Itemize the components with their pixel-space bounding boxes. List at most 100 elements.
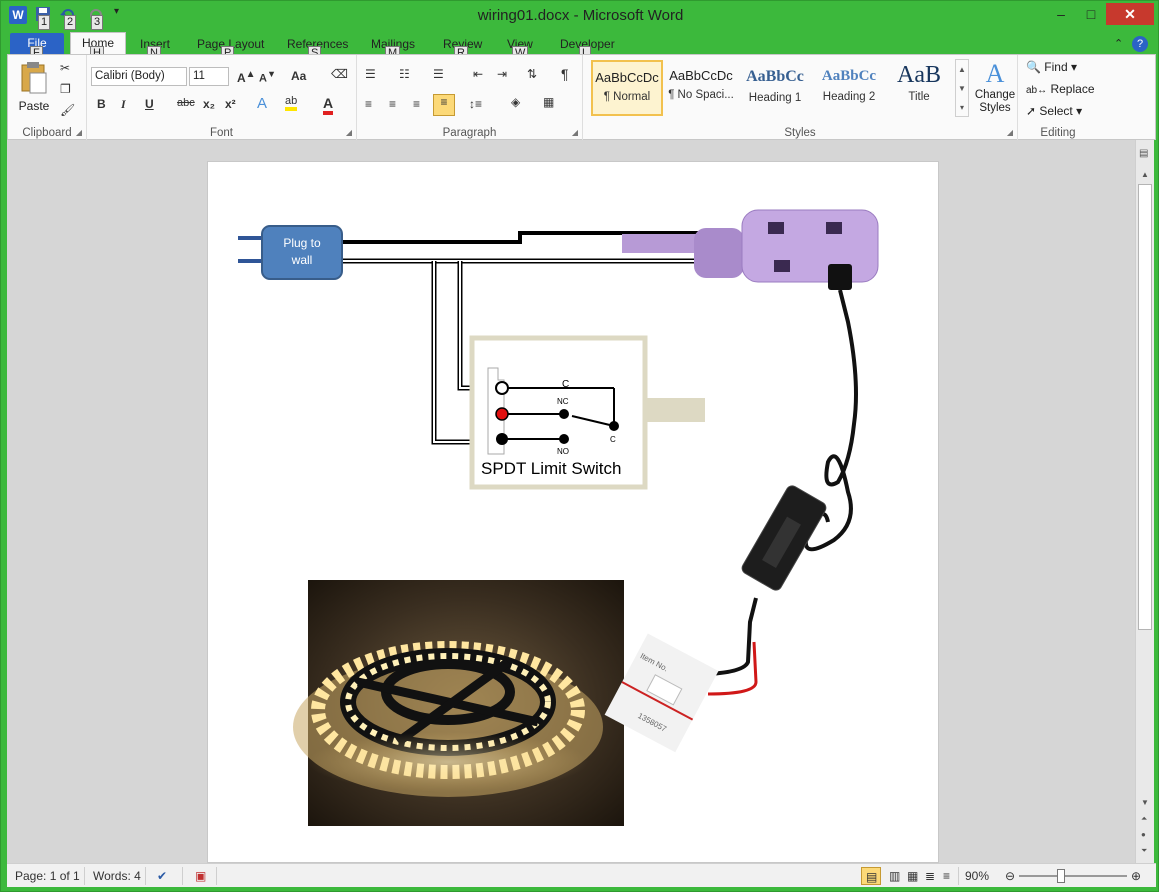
- select-browse-object-icon[interactable]: ●: [1141, 830, 1146, 839]
- clipboard-group-label: Clipboard: [22, 127, 72, 139]
- replace-button[interactable]: ab↔ Replace: [1026, 82, 1095, 96]
- page-count[interactable]: Page: 1 of 1: [11, 867, 85, 885]
- outlet-socket: [768, 222, 784, 234]
- next-page-icon[interactable]: ⏷: [1141, 846, 1147, 856]
- vertical-scrollbar[interactable]: ▤ ▲ ▼ ⏶ ● ⏷: [1135, 140, 1154, 863]
- bullets-icon[interactable]: ☰: [365, 67, 376, 81]
- shading-icon[interactable]: ◈: [511, 95, 520, 109]
- font-name-select[interactable]: Calibri (Body): [91, 67, 187, 86]
- zoom-out-icon[interactable]: ⊖: [1001, 867, 1017, 885]
- change-styles-icon: A: [985, 59, 1005, 88]
- increase-indent-icon[interactable]: ⇥: [497, 67, 507, 81]
- collapse-ribbon-icon[interactable]: ⌃: [1114, 34, 1123, 54]
- draft-icon[interactable]: ≡: [939, 867, 959, 885]
- ruler-toggle-icon[interactable]: ▤: [1139, 148, 1148, 159]
- zoom-slider[interactable]: [1019, 875, 1127, 877]
- style-heading-1-name: Heading 1: [748, 92, 802, 104]
- format-painter-icon[interactable]: 🖌: [60, 103, 75, 117]
- switch-label: SPDT Limit Switch: [481, 459, 621, 478]
- style-heading-2[interactable]: AaBbCc Heading 2: [813, 60, 885, 116]
- print-layout-icon[interactable]: ▤: [861, 867, 881, 885]
- style-heading-2-sample: AaBbCc: [821, 68, 877, 84]
- power-adapter: [741, 485, 827, 591]
- contact-nc: [559, 409, 569, 419]
- sort-icon[interactable]: ⇅: [527, 67, 537, 81]
- show-formatting-icon[interactable]: ¶: [561, 66, 569, 82]
- document-page[interactable]: Plug to wall C NC NO C SPDT Limit Switch…: [207, 161, 939, 863]
- subscript-button[interactable]: x₂: [203, 97, 215, 111]
- change-styles-button[interactable]: A Change Styles: [973, 59, 1017, 119]
- web-layout-icon[interactable]: ▦: [903, 867, 923, 885]
- clipboard-launcher-icon[interactable]: ◢: [76, 128, 82, 137]
- numbering-icon[interactable]: ☷: [399, 67, 410, 81]
- scroll-up-icon[interactable]: ▲: [1141, 170, 1149, 179]
- style-no-spacing-sample: AaBbCcDc: [669, 68, 733, 83]
- decrease-indent-icon[interactable]: ⇤: [473, 67, 483, 81]
- find-button[interactable]: 🔍 Find ▾: [1026, 60, 1077, 74]
- change-case-button[interactable]: Aa: [291, 69, 306, 83]
- word-count[interactable]: Words: 4: [89, 867, 146, 885]
- underline-button[interactable]: U: [145, 97, 154, 111]
- plug-label-line2: wall: [291, 253, 313, 267]
- style-heading-1[interactable]: AaBbCc Heading 1: [739, 60, 811, 116]
- proofing-icon[interactable]: ✔: [153, 867, 183, 885]
- line-spacing-icon[interactable]: ↕≡: [469, 97, 482, 111]
- center-icon[interactable]: ≡: [389, 97, 396, 111]
- text-effects-icon[interactable]: A: [257, 95, 267, 112]
- terminal-c-circle: [495, 381, 509, 395]
- ribbon-tabs: File F Home H Insert N Page Layout P Ref…: [1, 31, 1159, 61]
- previous-page-icon[interactable]: ⏶: [1141, 814, 1147, 824]
- word-window: W 1 2 3 ▾ wiring01.docx - Microsoft Word…: [0, 0, 1159, 892]
- maximize-button[interactable]: □: [1076, 3, 1106, 25]
- multilevel-list-icon[interactable]: ☰: [433, 67, 444, 81]
- terminal-c-label: C: [562, 379, 569, 390]
- help-icon[interactable]: ?: [1132, 36, 1148, 52]
- zoom-slider-thumb[interactable]: [1057, 869, 1065, 883]
- scroll-down-icon[interactable]: ▼: [1141, 798, 1149, 807]
- switch-tab: [645, 398, 705, 422]
- highlight-icon[interactable]: ab: [285, 95, 298, 111]
- scroll-thumb[interactable]: [1138, 184, 1152, 630]
- styles-scroll[interactable]: ▲ ▼ ▾: [955, 59, 969, 117]
- close-button[interactable]: ✕: [1106, 3, 1154, 25]
- shrink-font-icon[interactable]: A▼: [259, 69, 276, 85]
- binoculars-icon: 🔍: [1026, 60, 1041, 74]
- font-launcher-icon[interactable]: ◢: [346, 128, 352, 137]
- justify-icon[interactable]: ≡: [433, 94, 455, 116]
- cut-icon[interactable]: ✂: [60, 61, 70, 75]
- clear-formatting-icon[interactable]: ⌫: [331, 67, 348, 81]
- outline-icon[interactable]: ≣: [921, 867, 941, 885]
- window-title: wiring01.docx - Microsoft Word: [477, 7, 684, 24]
- superscript-button[interactable]: x²: [225, 97, 236, 111]
- outlet-socket: [774, 260, 790, 272]
- zoom-level[interactable]: 90%: [961, 867, 993, 885]
- dc-cable-black: [707, 597, 758, 676]
- styles-launcher-icon[interactable]: ◢: [1007, 128, 1013, 137]
- full-screen-reading-icon[interactable]: ▥: [885, 867, 905, 885]
- paste-label: Paste: [18, 99, 50, 113]
- font-group-label: Font: [209, 127, 233, 139]
- replace-icon: ab↔: [1026, 85, 1048, 96]
- minimize-button[interactable]: –: [1046, 3, 1076, 25]
- align-right-icon[interactable]: ≡: [413, 97, 420, 111]
- style-no-spacing[interactable]: AaBbCcDc ¶ No Spaci...: [665, 60, 737, 116]
- font-group: Calibri (Body) 11 A▲ A▼ Aa ⌫ B I U abc x…: [87, 55, 357, 141]
- strikethrough-button[interactable]: abc: [177, 97, 195, 109]
- macro-record-icon[interactable]: ▣: [191, 867, 217, 885]
- borders-icon[interactable]: ▦: [543, 95, 554, 109]
- style-normal[interactable]: AaBbCcDc ¶ Normal: [591, 60, 663, 116]
- font-color-icon[interactable]: A: [323, 95, 334, 115]
- grow-font-icon[interactable]: A▲: [237, 69, 256, 85]
- select-button[interactable]: ➚ Select ▾: [1026, 104, 1082, 118]
- paragraph-launcher-icon[interactable]: ◢: [572, 128, 578, 137]
- italic-button[interactable]: I: [121, 97, 126, 112]
- copy-icon[interactable]: ❐: [60, 82, 71, 96]
- zoom-in-icon[interactable]: ⊕: [1127, 867, 1145, 885]
- font-size-select[interactable]: 11: [189, 67, 229, 86]
- align-left-icon[interactable]: ≡: [365, 97, 372, 111]
- styles-group: AaBbCcDc ¶ Normal AaBbCcDc ¶ No Spaci...…: [583, 55, 1018, 141]
- bold-button[interactable]: B: [97, 97, 106, 111]
- style-title[interactable]: AaB Title: [883, 60, 955, 116]
- style-no-spacing-name: ¶ No Spaci...: [668, 89, 734, 101]
- paste-button[interactable]: Paste: [16, 61, 52, 117]
